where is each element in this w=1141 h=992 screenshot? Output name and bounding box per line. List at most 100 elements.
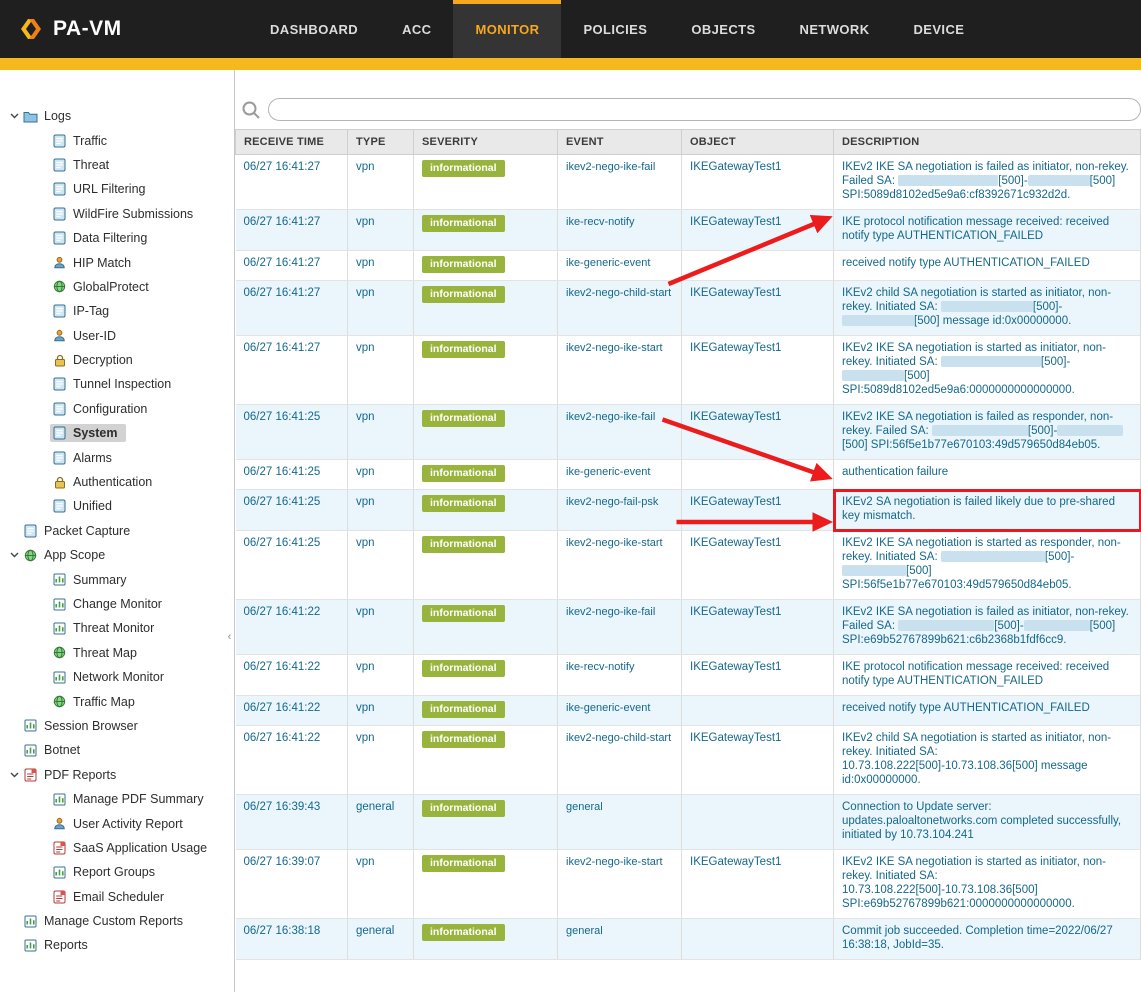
log-row[interactable]: 06/27 16:39:43generalinformationalgenera… xyxy=(236,795,1141,850)
log-row[interactable]: 06/27 16:41:22vpninformationalikev2-nego… xyxy=(236,726,1141,795)
nav-tab-dashboard[interactable]: DASHBOARD xyxy=(248,0,380,58)
severity-badge: informational xyxy=(422,924,505,941)
change-monitor-icon xyxy=(52,598,67,611)
url-filtering-icon xyxy=(52,182,67,196)
column-header-event[interactable]: EVENT xyxy=(558,130,682,155)
cell-severity: informational xyxy=(414,726,558,795)
cell-description: Commit job succeeded. Completion time=20… xyxy=(834,919,1141,960)
ip-tag-icon xyxy=(52,304,67,318)
log-row[interactable]: 06/27 16:41:27vpninformationalike-generi… xyxy=(236,251,1141,281)
sidebar-item-traffic-map[interactable]: Traffic Map xyxy=(0,689,234,713)
severity-badge: informational xyxy=(422,800,505,817)
column-header-object[interactable]: OBJECT xyxy=(682,130,834,155)
configuration-icon xyxy=(52,402,67,416)
sidebar-item-authentication[interactable]: Authentication xyxy=(0,470,234,494)
log-row[interactable]: 06/27 16:41:27vpninformationalikev2-nego… xyxy=(236,155,1141,210)
sidebar-item-user-activity-report[interactable]: User Activity Report xyxy=(0,811,234,835)
log-row[interactable]: 06/27 16:41:22vpninformationalike-generi… xyxy=(236,696,1141,726)
sidebar-item-data-filtering[interactable]: Data Filtering xyxy=(0,226,234,250)
nav-tab-network[interactable]: NETWORK xyxy=(778,0,892,58)
log-row[interactable]: 06/27 16:41:25vpninformationalikev2-nego… xyxy=(236,490,1141,531)
sidebar-item-report-groups[interactable]: Report Groups xyxy=(0,860,234,884)
cell-type: vpn xyxy=(348,655,414,696)
sidebar-item-network-monitor[interactable]: Network Monitor xyxy=(0,665,234,689)
sidebar-item-reports[interactable]: Reports xyxy=(0,933,234,957)
nav-tab-monitor[interactable]: MONITOR xyxy=(453,0,561,58)
sidebar-item-label: Decryption xyxy=(73,353,133,367)
sidebar-collapse-handle[interactable]: ‹ xyxy=(225,618,234,656)
nav-tab-policies[interactable]: POLICIES xyxy=(561,0,669,58)
log-row[interactable]: 06/27 16:41:25vpninformationalike-generi… xyxy=(236,460,1141,490)
sidebar-item-unified[interactable]: Unified xyxy=(0,494,234,518)
sidebar-item-label: App Scope xyxy=(44,548,105,562)
expander-chevron-icon[interactable] xyxy=(8,772,21,778)
log-row[interactable]: 06/27 16:41:27vpninformationalikev2-nego… xyxy=(236,281,1141,336)
cell-object: IKEGatewayTest1 xyxy=(682,405,834,460)
sidebar-item-saas-application-usage[interactable]: SaaS Application Usage xyxy=(0,836,234,860)
nav-tab-objects[interactable]: OBJECTS xyxy=(669,0,777,58)
cell-type: vpn xyxy=(348,460,414,490)
cell-type: vpn xyxy=(348,696,414,726)
sidebar-item-packet-capture[interactable]: Packet Capture xyxy=(0,519,234,543)
sidebar-item-change-monitor[interactable]: Change Monitor xyxy=(0,592,234,616)
nav-tab-acc[interactable]: ACC xyxy=(380,0,453,58)
column-header-description[interactable]: DESCRIPTION xyxy=(834,130,1141,155)
sidebar-item-configuration[interactable]: Configuration xyxy=(0,397,234,421)
log-row[interactable]: 06/27 16:41:27vpninformationalike-recv-n… xyxy=(236,210,1141,251)
sidebar-item-pdf-reports[interactable]: PDF Reports xyxy=(0,763,234,787)
expander-chevron-icon[interactable] xyxy=(8,552,21,558)
sidebar-item-summary[interactable]: Summary xyxy=(0,567,234,591)
log-row[interactable]: 06/27 16:38:18generalinformationalgenera… xyxy=(236,919,1141,960)
sidebar-item-logs[interactable]: Logs xyxy=(0,104,234,128)
sidebar-item-system[interactable]: System xyxy=(0,421,234,445)
sidebar-item-session-browser[interactable]: Session Browser xyxy=(0,714,234,738)
sidebar-item-app-scope[interactable]: App Scope xyxy=(0,543,234,567)
log-row[interactable]: 06/27 16:41:25vpninformationalikev2-nego… xyxy=(236,531,1141,600)
sidebar-item-email-scheduler[interactable]: Email Scheduler xyxy=(0,885,234,909)
redacted-ip-blur xyxy=(842,565,906,576)
sidebar-item-wildfire-submissions[interactable]: WildFire Submissions xyxy=(0,202,234,226)
sidebar-item-globalprotect[interactable]: GlobalProtect xyxy=(0,275,234,299)
log-row[interactable]: 06/27 16:41:22vpninformationalike-recv-n… xyxy=(236,655,1141,696)
sidebar-item-alarms[interactable]: Alarms xyxy=(0,445,234,469)
sidebar-item-manage-custom-reports[interactable]: Manage Custom Reports xyxy=(0,909,234,933)
cell-object xyxy=(682,251,834,281)
sidebar-item-manage-pdf-summary[interactable]: Manage PDF Summary xyxy=(0,787,234,811)
nav-tab-device[interactable]: DEVICE xyxy=(892,0,987,58)
column-header-receive-time[interactable]: RECEIVE TIME xyxy=(236,130,348,155)
cell-event: ike-generic-event xyxy=(558,696,682,726)
sidebar-item-tunnel-inspection[interactable]: Tunnel Inspection xyxy=(0,372,234,396)
cell-receive-time: 06/27 16:41:22 xyxy=(236,655,348,696)
sidebar-item-hip-match[interactable]: HIP Match xyxy=(0,250,234,274)
log-row[interactable]: 06/27 16:41:22vpninformationalikev2-nego… xyxy=(236,600,1141,655)
severity-badge: informational xyxy=(422,701,505,718)
log-filter-input[interactable] xyxy=(268,98,1141,121)
sidebar-item-label: IP-Tag xyxy=(73,304,109,318)
top-navigation: PA-VM DASHBOARDACCMONITORPOLICIESOBJECTS… xyxy=(0,0,1141,58)
cell-receive-time: 06/27 16:41:27 xyxy=(236,336,348,405)
severity-badge: informational xyxy=(422,160,505,177)
sidebar-item-threat-map[interactable]: Threat Map xyxy=(0,641,234,665)
cell-severity: informational xyxy=(414,405,558,460)
sidebar-item-label: User Activity Report xyxy=(73,817,183,831)
log-row[interactable]: 06/27 16:39:07vpninformationalikev2-nego… xyxy=(236,850,1141,919)
column-header-type[interactable]: TYPE xyxy=(348,130,414,155)
severity-badge: informational xyxy=(422,341,505,358)
sidebar-item-url-filtering[interactable]: URL Filtering xyxy=(0,177,234,201)
redacted-ip-blur xyxy=(941,551,1045,562)
cell-object: IKEGatewayTest1 xyxy=(682,726,834,795)
sidebar-item-traffic[interactable]: Traffic xyxy=(0,128,234,152)
sidebar-item-threat[interactable]: Threat xyxy=(0,153,234,177)
sidebar-item-decryption[interactable]: Decryption xyxy=(0,348,234,372)
column-header-severity[interactable]: SEVERITY xyxy=(414,130,558,155)
expander-chevron-icon[interactable] xyxy=(8,113,21,119)
sidebar-item-botnet[interactable]: Botnet xyxy=(0,738,234,762)
sidebar-item-threat-monitor[interactable]: Threat Monitor xyxy=(0,616,234,640)
cell-severity: informational xyxy=(414,531,558,600)
redacted-ip-blur xyxy=(941,356,1041,367)
log-row[interactable]: 06/27 16:41:25vpninformationalikev2-nego… xyxy=(236,405,1141,460)
sidebar-item-user-id[interactable]: User-ID xyxy=(0,324,234,348)
manage-custom-reports-icon xyxy=(23,915,38,928)
sidebar-item-ip-tag[interactable]: IP-Tag xyxy=(0,299,234,323)
log-row[interactable]: 06/27 16:41:27vpninformationalikev2-nego… xyxy=(236,336,1141,405)
